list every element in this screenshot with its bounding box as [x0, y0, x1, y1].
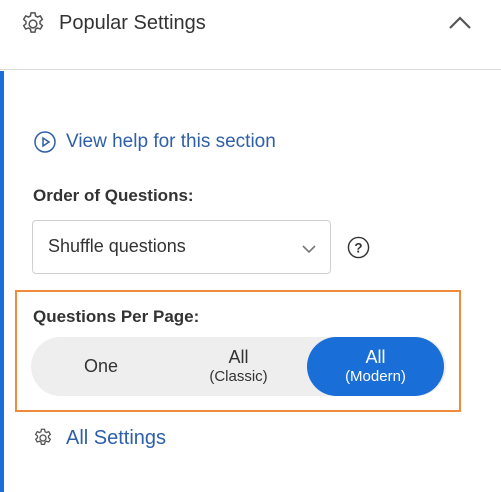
order-of-questions-select[interactable]: Shuffle questions [32, 220, 331, 274]
popular-settings-header[interactable]: Popular Settings [0, 0, 501, 70]
option-all-classic-sublabel: (Classic) [209, 368, 268, 385]
section-title: Popular Settings [59, 12, 206, 34]
option-all-modern-sublabel: (Modern) [345, 368, 406, 385]
option-all-classic-label: All [228, 347, 249, 367]
all-settings-link[interactable]: All Settings [32, 424, 166, 452]
section-accent-bar [0, 71, 4, 492]
chevron-up-icon[interactable] [446, 12, 474, 32]
option-one-label: One [83, 356, 119, 376]
gear-icon [22, 12, 44, 33]
all-settings-label: All Settings [66, 426, 167, 449]
chevron-down-icon [302, 245, 316, 254]
questions-per-page-label: Questions Per Page: [33, 307, 200, 326]
option-one[interactable]: One [31, 337, 171, 396]
order-selected-value: Shuffle questions [48, 236, 186, 256]
questions-per-page-toggle: One All (Classic) All (Modern) [31, 337, 446, 396]
option-all-modern[interactable]: All (Modern) [307, 337, 444, 396]
play-circle-icon [34, 131, 56, 153]
question-circle-icon[interactable]: ? [347, 236, 370, 259]
option-all-modern-label: All [365, 347, 386, 367]
view-help-label: View help for this section [66, 131, 276, 152]
gear-icon [34, 428, 52, 446]
svg-text:?: ? [354, 240, 362, 255]
option-all-classic[interactable]: All (Classic) [171, 337, 306, 396]
order-of-questions-label: Order of Questions: [33, 186, 194, 205]
view-help-link[interactable]: View help for this section [33, 128, 276, 156]
